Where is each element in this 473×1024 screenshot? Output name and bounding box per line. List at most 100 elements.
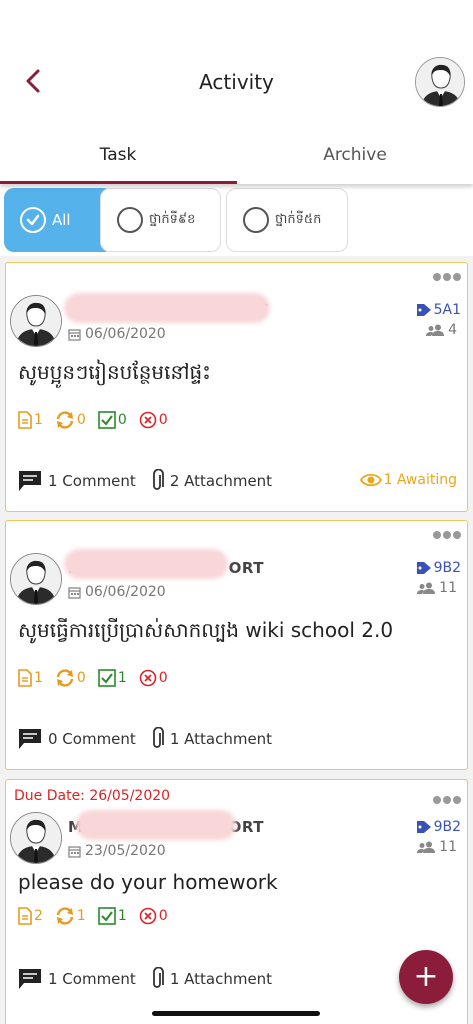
rejected-stat: 0 <box>139 907 168 925</box>
class-tag: 9B2 <box>416 560 461 576</box>
add-task-button[interactable]: + <box>399 950 453 1004</box>
page-title: Activity <box>199 70 274 94</box>
task-card[interactable]: Due Date: 26/05/2020 MORT 23/05/2020 9B2 <box>5 779 468 1024</box>
paperclip-icon <box>152 469 164 490</box>
check-circle-icon <box>20 207 46 233</box>
calendar-icon <box>68 328 81 341</box>
author-avatar <box>10 553 62 605</box>
cancel-icon <box>139 669 157 687</box>
done-stat: 0 <box>98 411 127 429</box>
calendar-icon <box>68 845 81 858</box>
document-icon <box>18 669 32 687</box>
more-options-icon[interactable] <box>433 794 461 806</box>
group-icon <box>417 582 436 594</box>
refresh-icon <box>56 669 74 687</box>
member-count: 11 <box>416 580 457 596</box>
pending-stat: 0 <box>55 669 86 687</box>
task-stats: 1 0 1 0 <box>18 669 180 687</box>
refresh-icon <box>56 411 74 429</box>
app-header: Activity <box>0 0 473 130</box>
calendar-icon <box>68 586 81 599</box>
task-date: 23/05/2020 <box>68 843 166 859</box>
group-icon <box>426 324 445 336</box>
task-stats: 2 1 1 0 <box>18 907 180 925</box>
redacted-name <box>64 293 270 323</box>
profile-avatar[interactable] <box>415 57 465 107</box>
more-options-icon[interactable] <box>433 529 461 541</box>
task-card[interactable]: MORT 06/06/2020 5A1 4 សូមប្អូនៗរៀនបន្ថែម… <box>5 262 468 512</box>
paperclip-icon <box>152 727 164 748</box>
tag-icon <box>416 304 431 316</box>
filter-label: All <box>52 211 71 229</box>
group-icon <box>417 841 436 853</box>
task-stats: 1 0 0 0 <box>18 411 180 429</box>
cancel-icon <box>139 907 157 925</box>
radio-circle-icon <box>243 207 269 233</box>
awaiting-status[interactable]: 1 Awaiting <box>359 472 457 488</box>
done-stat: 1 <box>98 669 127 687</box>
person-icon <box>11 554 61 604</box>
task-title: សូមប្អូនៗរៀនបន្ថែមនៅផ្ទះ <box>18 360 211 384</box>
cancel-icon <box>139 411 157 429</box>
card-footer: 1 Comment 2 Attachment <box>18 469 286 493</box>
refresh-icon <box>56 907 74 925</box>
files-stat: 1 <box>18 411 43 429</box>
eye-icon <box>359 473 382 487</box>
comment-icon <box>19 969 41 989</box>
done-stat: 1 <box>98 907 127 925</box>
attachment-button[interactable]: 1 Attachment <box>150 967 272 991</box>
filter-label: ថ្នាក់ទី៥ក <box>275 211 322 227</box>
attachment-button[interactable]: 1 Attachment <box>150 727 272 751</box>
class-tag: 5A1 <box>416 302 461 318</box>
document-icon <box>18 411 32 429</box>
tag-icon <box>416 562 431 574</box>
person-icon <box>416 58 464 106</box>
task-card[interactable]: MORT 06/06/2020 9B2 11 សូមធ្វើការប្រើប្រ… <box>5 520 468 770</box>
active-tab-indicator <box>0 181 237 184</box>
filter-class-5a[interactable]: ថ្នាក់ទី៥ក <box>226 188 348 252</box>
home-indicator <box>152 1011 320 1016</box>
filter-class-9b[interactable]: ថ្នាក់ទី៩ខ <box>100 188 221 252</box>
person-icon <box>11 813 61 863</box>
member-count: 4 <box>425 322 457 338</box>
card-footer: 0 Comment 1 Attachment <box>18 727 286 751</box>
comment-button[interactable]: 1 Comment <box>18 968 136 990</box>
rejected-stat: 0 <box>139 411 168 429</box>
filter-all[interactable]: All <box>4 188 114 252</box>
author-avatar <box>10 812 62 864</box>
more-options-icon[interactable] <box>433 271 461 283</box>
tab-archive[interactable]: Archive <box>237 130 473 184</box>
paperclip-icon <box>152 967 164 988</box>
pending-stat: 1 <box>55 907 86 925</box>
radio-circle-icon <box>117 207 143 233</box>
comment-button[interactable]: 1 Comment <box>18 470 136 492</box>
checkbox-icon <box>98 669 116 687</box>
redacted-name <box>76 810 236 840</box>
checkbox-icon <box>98 411 116 429</box>
due-date: Due Date: 26/05/2020 <box>14 788 171 804</box>
task-title: please do your homework <box>18 870 278 894</box>
comment-icon <box>19 729 41 749</box>
attachment-button[interactable]: 2 Attachment <box>150 469 272 493</box>
rejected-stat: 0 <box>139 669 168 687</box>
tab-task[interactable]: Task <box>0 130 236 184</box>
task-list: MORT 06/06/2020 5A1 4 សូមប្អូនៗរៀនបន្ថែម… <box>0 256 473 1024</box>
comment-button[interactable]: 0 Comment <box>18 728 136 750</box>
class-tag: 9B2 <box>416 819 461 835</box>
task-title: សូមធ្វើការប្រើប្រាស់សាកល្បង wiki school … <box>18 618 394 642</box>
author-avatar <box>10 295 62 347</box>
tab-bar: Task Archive <box>0 130 473 184</box>
document-icon <box>18 907 32 925</box>
tag-icon <box>416 821 431 833</box>
redacted-name <box>64 549 228 579</box>
card-footer: 1 Comment 1 Attachment <box>18 967 286 991</box>
checkbox-icon <box>98 907 116 925</box>
comment-icon <box>19 471 41 491</box>
pending-stat: 0 <box>55 411 86 429</box>
task-date: 06/06/2020 <box>68 584 166 600</box>
filter-bar: All ថ្នាក់ទី៩ខ ថ្នាក់ទី៥ក <box>0 186 473 256</box>
files-stat: 1 <box>18 669 43 687</box>
person-icon <box>11 296 61 346</box>
filter-label: ថ្នាក់ទី៩ខ <box>149 211 196 227</box>
task-date: 06/06/2020 <box>68 326 166 342</box>
